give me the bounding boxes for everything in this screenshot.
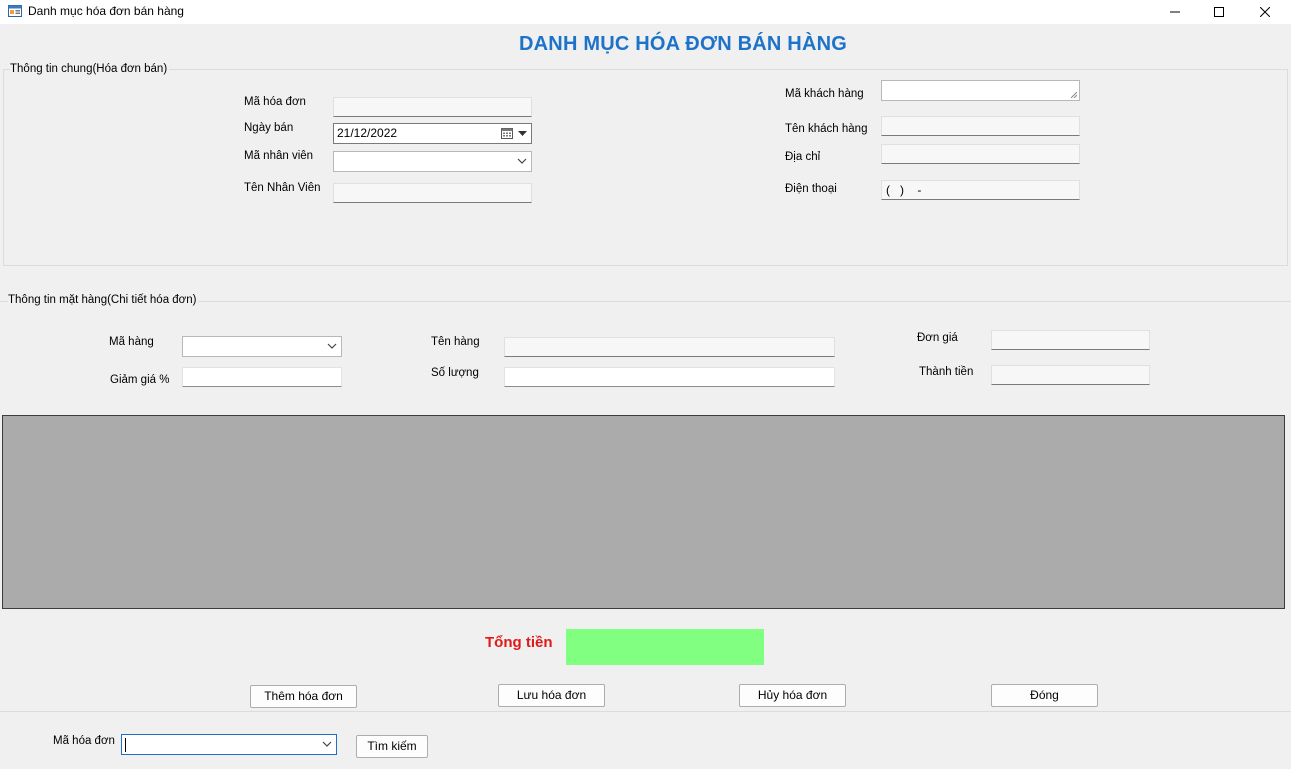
form-app-icon [8,5,22,17]
search-invoice-label: Mã hóa đơn [53,735,115,747]
employee-code-combobox[interactable] [333,151,532,172]
dropdown-arrow-icon [518,131,527,136]
amount-field[interactable] [991,365,1150,385]
text-caret [125,738,126,752]
close-window-button[interactable] [1242,0,1288,24]
chevron-down-icon [322,741,332,747]
general-info-groupbox [3,69,1288,266]
general-info-legend: Thông tin chung(Hóa đơn bán) [10,63,170,75]
invoice-details-grid[interactable] [2,415,1285,609]
item-code-label: Mã hàng [109,336,154,348]
maximize-button[interactable] [1196,0,1242,24]
total-value-field[interactable] [566,629,764,665]
calendar-icon [501,128,513,139]
minimize-icon [1170,11,1180,13]
minimize-button[interactable] [1152,0,1198,24]
search-button[interactable]: Tìm kiếm [356,735,428,758]
sale-date-label: Ngày bán [244,122,294,134]
employee-code-label: Mã nhân viên [244,150,314,162]
add-invoice-button[interactable]: Thêm hóa đơn [250,685,357,708]
cancel-invoice-button[interactable]: Hủy hóa đơn [739,684,846,707]
item-info-legend: Thông tin mặt hàng(Chi tiết hóa đơn) [8,294,199,306]
maximize-icon [1214,7,1224,17]
customer-name-field[interactable] [881,116,1080,136]
address-label: Địa chỉ [785,151,821,163]
resize-grip-icon [1071,92,1077,98]
search-invoice-combobox[interactable] [121,734,337,755]
unit-price-field[interactable] [991,330,1150,350]
invoice-code-field[interactable] [333,97,532,117]
chevron-down-icon [327,343,337,349]
customer-code-combobox[interactable] [881,80,1080,101]
discount-field[interactable] [182,367,342,387]
discount-label: Giảm giá % [110,374,170,386]
close-button[interactable]: Đóng [991,684,1098,707]
employee-name-label: Tên Nhân Viên [244,182,321,194]
sale-date-value: 21/12/2022 [337,126,398,140]
close-icon [1260,7,1270,17]
item-name-label: Tên hàng [431,336,480,348]
quantity-field[interactable] [504,367,835,387]
item-name-field[interactable] [504,337,835,357]
sale-date-picker[interactable]: 21/12/2022 [333,123,532,144]
total-label: Tổng tiền [485,634,553,651]
window-titlebar [0,0,1291,24]
chevron-down-icon [517,158,527,164]
phone-label: Điện thoại [785,183,837,195]
amount-label: Thành tiền [919,366,974,378]
customer-code-label: Mã khách hàng [785,88,864,100]
address-field[interactable] [881,144,1080,164]
window-title: Danh mục hóa đơn bán hàng [28,4,184,18]
employee-name-field[interactable] [333,183,532,203]
phone-masked-field[interactable]: ( ) - [881,180,1080,200]
customer-name-label: Tên khách hàng [785,123,868,135]
invoice-code-label: Mã hóa đơn [244,96,306,108]
save-invoice-button[interactable]: Lưu hóa đơn [498,684,605,707]
quantity-label: Số lượng [431,367,479,379]
search-separator [0,711,1291,712]
form-title: DANH MỤC HÓA ĐƠN BÁN HÀNG [519,33,847,55]
item-code-combobox[interactable] [182,336,342,357]
unit-price-label: Đơn giá [917,332,958,344]
